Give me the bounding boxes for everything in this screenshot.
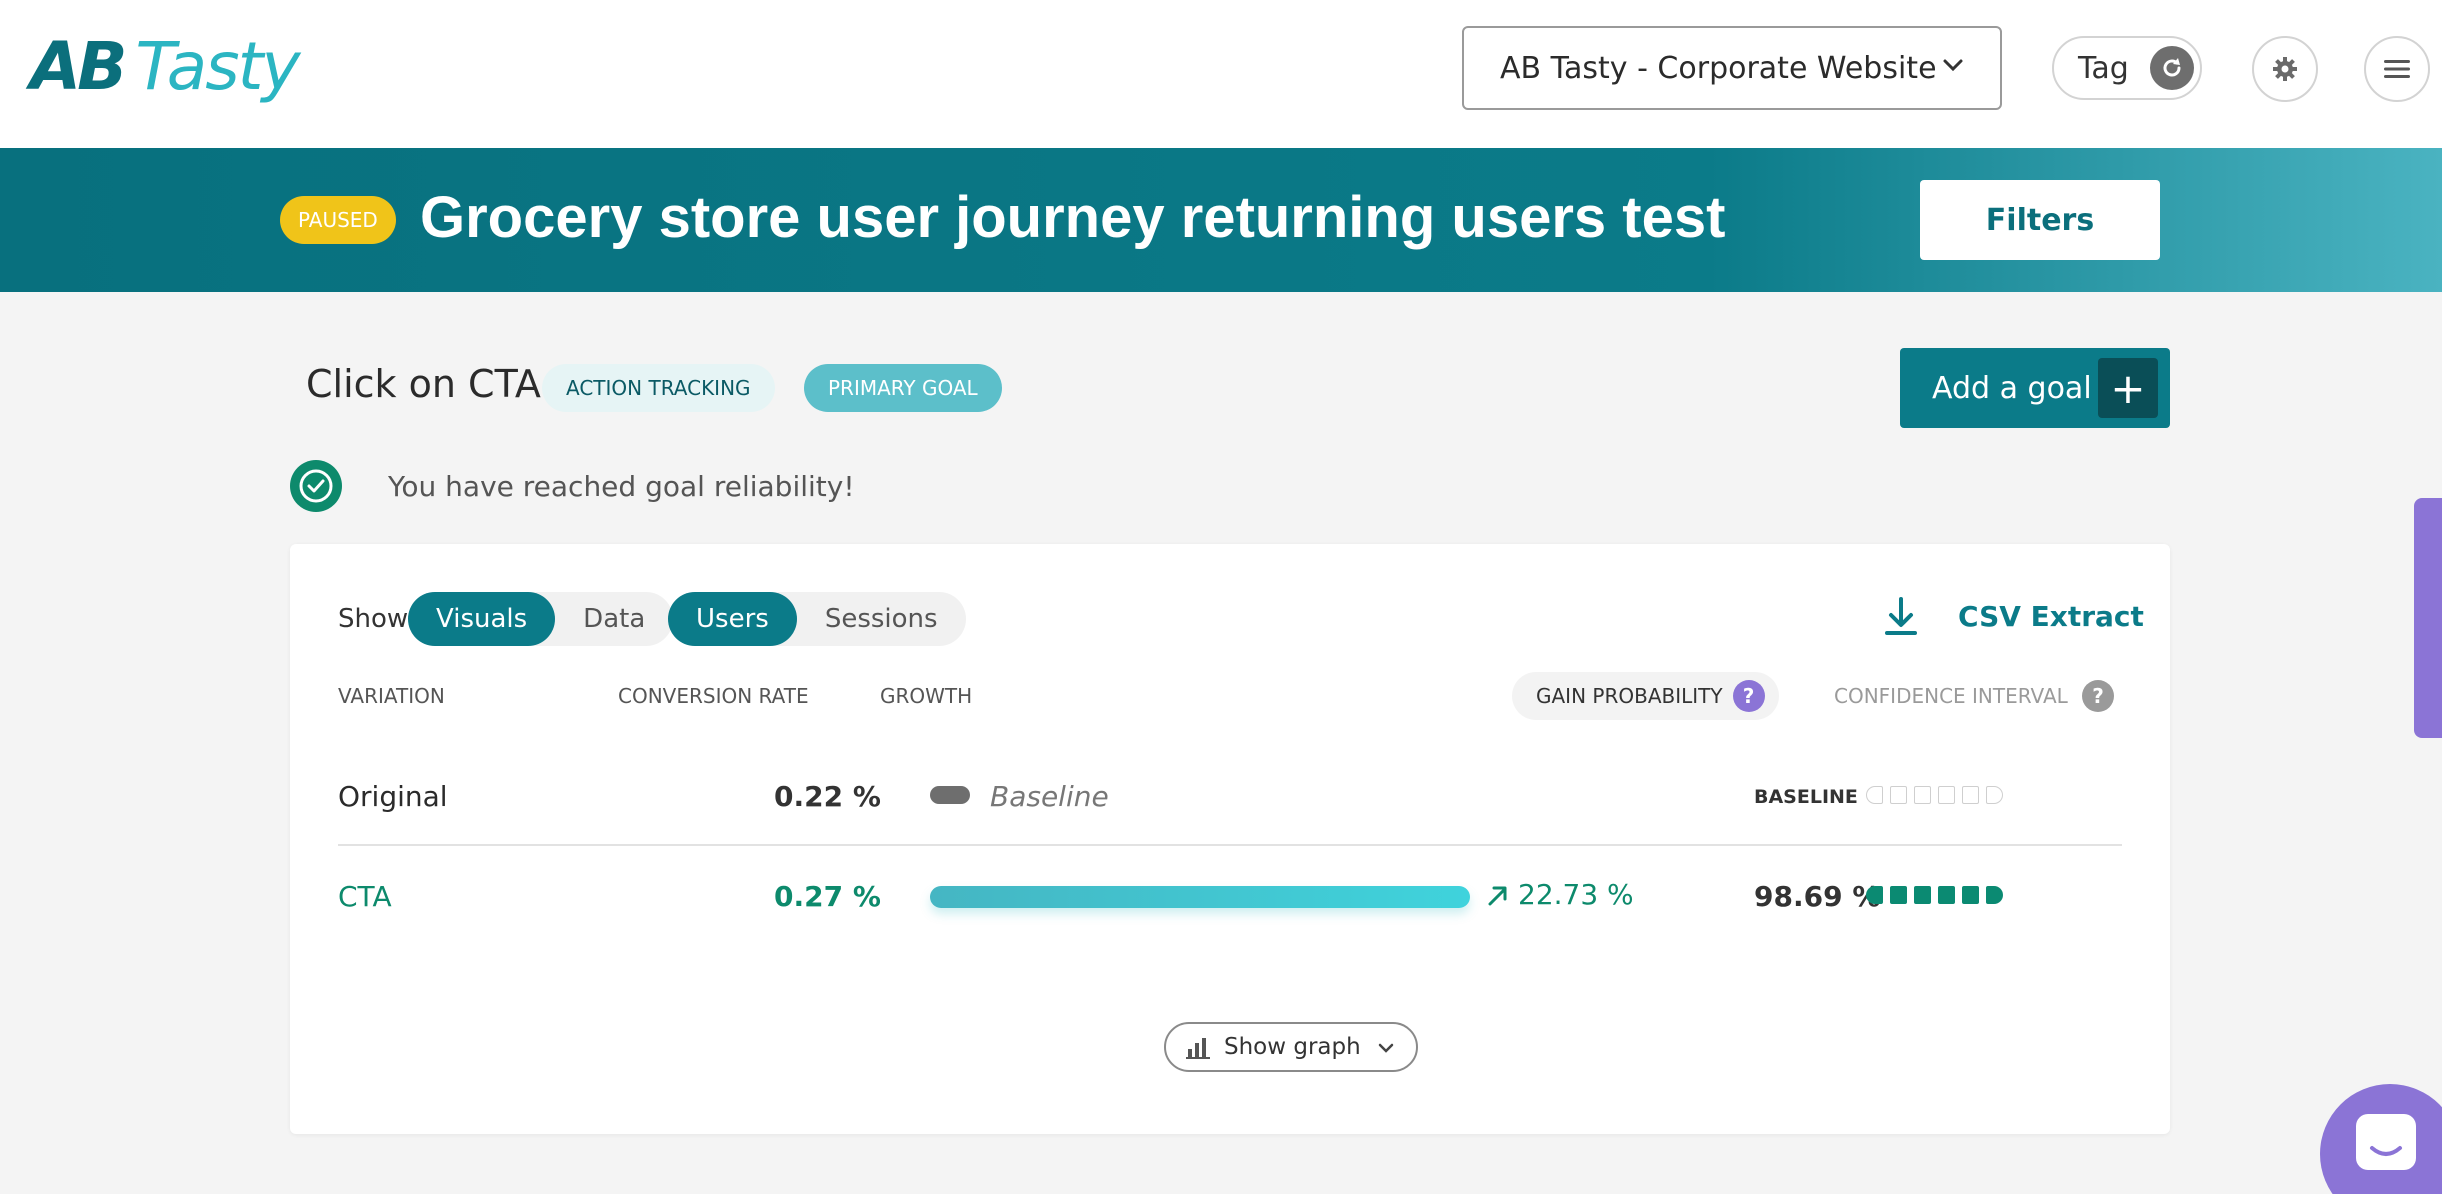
reliability-notice: You have reached goal reliability!: [290, 460, 855, 512]
chat-launcher-button[interactable]: [2320, 1084, 2442, 1194]
reliability-square: [1914, 786, 1931, 804]
reliability-square: [1890, 786, 1907, 804]
reliability-indicator: [1866, 886, 2010, 904]
add-goal-label: Add a goal: [1932, 370, 2092, 406]
metric-toggle: Users Sessions: [668, 592, 966, 646]
reliability-square: [1890, 886, 1907, 904]
reliability-square: [1962, 786, 1979, 804]
growth-bar: [930, 886, 1470, 908]
plus-icon: +: [2098, 358, 2158, 418]
column-header-growth[interactable]: GROWTH: [880, 684, 972, 708]
chevron-down-icon: [1943, 59, 1963, 72]
reliability-text: You have reached goal reliability!: [388, 469, 855, 503]
tag-label: Tag: [2078, 50, 2129, 86]
website-selector[interactable]: AB Tasty - Corporate Website: [1462, 26, 2002, 110]
download-icon: [1885, 597, 1917, 635]
column-header-variation: VARIATION: [338, 684, 445, 708]
chat-icon: [2356, 1114, 2416, 1170]
logo-tasty-text: Tasty: [135, 27, 300, 105]
reliability-square: [1938, 786, 1955, 804]
baseline-marker: [930, 786, 970, 804]
gain-probability-tab[interactable]: GAIN PROBABILITY ?: [1512, 672, 1779, 720]
growth-baseline-text: Baseline: [990, 780, 1109, 813]
metric-option-sessions[interactable]: Sessions: [797, 592, 966, 646]
chevron-down-icon: [1378, 1043, 1394, 1053]
variation-name[interactable]: CTA: [338, 880, 392, 913]
primary-goal-tag: PRIMARY GOAL: [804, 364, 1002, 412]
reliability-square: [1962, 886, 1979, 904]
bar-chart-icon: [1186, 1038, 1210, 1059]
column-header-conversion-rate[interactable]: CONVERSION RATE: [618, 684, 809, 708]
metric-option-users[interactable]: Users: [668, 592, 797, 646]
show-graph-button[interactable]: Show graph: [1164, 1022, 1418, 1072]
main-menu-button[interactable]: [2364, 36, 2430, 102]
reliability-square: [1986, 786, 2003, 804]
row-divider: [338, 844, 2122, 846]
top-bar: AB Tasty AB Tasty - Corporate Website Ta…: [0, 0, 2442, 148]
logo-ab-text: AB: [30, 27, 127, 105]
report-card: Show: Visuals Data Users Sessions CSV Ex…: [290, 544, 2170, 1134]
check-circle-icon: [290, 460, 342, 512]
settings-button[interactable]: [2252, 36, 2318, 102]
help-icon[interactable]: ?: [1732, 680, 1765, 712]
test-title: Grocery store user journey returning use…: [420, 185, 1726, 250]
reliability-square: [1866, 786, 1883, 804]
view-toggle: Visuals Data: [408, 592, 674, 646]
gain-probability-label: GAIN PROBABILITY: [1536, 684, 1723, 708]
gear-icon: [2273, 57, 2297, 81]
show-graph-label: Show graph: [1224, 1034, 1361, 1060]
view-option-data[interactable]: Data: [555, 592, 673, 646]
hamburger-icon: [2384, 60, 2410, 78]
variation-name[interactable]: Original: [338, 780, 448, 813]
reliability-square: [1866, 886, 1883, 904]
arrow-up-right-icon: [1488, 886, 1507, 906]
action-tracking-tag: ACTION TRACKING: [542, 364, 775, 412]
help-icon[interactable]: ?: [2082, 680, 2114, 712]
csv-extract-label: CSV Extract: [1958, 599, 2144, 633]
status-badge: PAUSED: [280, 196, 396, 244]
conversion-rate-value: 0.27 %: [774, 880, 881, 913]
goal-name: Click on CTA: [306, 362, 541, 406]
feedback-side-tab[interactable]: [2414, 498, 2442, 738]
reliability-indicator: [1866, 786, 2010, 804]
gain-probability-baseline: BASELINE: [1754, 786, 1858, 808]
filters-button[interactable]: Filters: [1920, 180, 2160, 260]
reliability-square: [1914, 886, 1931, 904]
test-banner: PAUSED Grocery store user journey return…: [0, 148, 2442, 292]
ab-tasty-logo[interactable]: AB Tasty: [30, 26, 301, 106]
refresh-icon: [2150, 46, 2194, 90]
gain-probability-value: 98.69 %: [1754, 880, 1881, 913]
csv-extract-button[interactable]: CSV Extract: [1884, 596, 2144, 636]
website-selector-value: AB Tasty - Corporate Website: [1500, 50, 1937, 86]
confidence-interval-tab[interactable]: CONFIDENCE INTERVAL: [1834, 684, 2068, 708]
reliability-square: [1986, 886, 2003, 904]
tag-button[interactable]: Tag: [2052, 36, 2202, 100]
add-goal-button[interactable]: Add a goal +: [1900, 348, 2170, 428]
show-label: Show:: [338, 604, 416, 634]
conversion-rate-value: 0.22 %: [774, 780, 881, 813]
view-option-visuals[interactable]: Visuals: [408, 592, 556, 646]
growth-value: 22.73 %: [1518, 878, 1634, 911]
reliability-square: [1938, 886, 1955, 904]
